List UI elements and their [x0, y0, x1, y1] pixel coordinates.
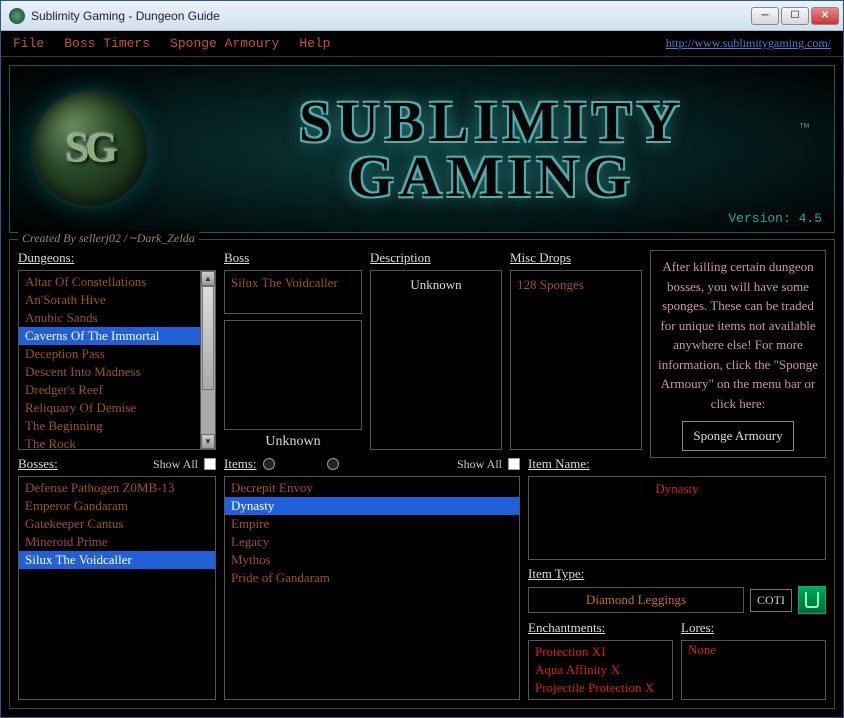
- boss-panel: Boss Silux The Voidcaller Unknown: [224, 250, 362, 450]
- info-box: After killing certain dungeon bosses, yo…: [650, 250, 826, 458]
- items-header: Items:: [224, 456, 257, 472]
- list-item: Protection XI: [529, 643, 672, 661]
- items-showall-checkbox[interactable]: [508, 458, 520, 470]
- list-item[interactable]: Reliquary Of Demise: [19, 399, 215, 417]
- list-item[interactable]: Empire: [225, 515, 519, 533]
- item-type-header: Item Type:: [528, 566, 826, 582]
- dungeons-listbox[interactable]: Altar Of ConstellationsAn'Sorath HiveAnu…: [18, 270, 216, 450]
- menubar: File Boss Timers Sponge Armoury Help htt…: [1, 31, 843, 57]
- main-frame: Created By sellerj02 / ~Dark_Zelda Dunge…: [9, 239, 835, 709]
- window-controls: ─ ☐ ✕: [751, 7, 839, 25]
- boss-name: Silux The Voidcaller: [225, 271, 361, 295]
- item-type-value: Diamond Leggings: [528, 587, 744, 613]
- scroll-down-icon[interactable]: ▼: [201, 434, 215, 449]
- description-header: Description: [370, 250, 502, 266]
- menu-help[interactable]: Help: [299, 36, 330, 51]
- items-radio-1[interactable]: [263, 458, 275, 470]
- info-text: After killing certain dungeon bosses, yo…: [658, 259, 818, 411]
- description-box: Unknown: [370, 270, 502, 450]
- item-name-header: Item Name:: [528, 456, 826, 472]
- bosses-header: Bosses:: [18, 456, 58, 472]
- lores-header: Lores:: [681, 620, 826, 636]
- dungeons-header: Dungeons:: [18, 250, 216, 266]
- list-item[interactable]: Anubic Sands: [19, 309, 215, 327]
- items-listbox[interactable]: Decrepit EnvoyDynastyEmpireLegacyMythosP…: [224, 476, 520, 700]
- list-item[interactable]: Mineroid Prime: [19, 533, 215, 551]
- list-item[interactable]: Decrepit Envoy: [225, 479, 519, 497]
- enchantments-listbox[interactable]: Protection XIAqua Affinity XProjectile P…: [528, 640, 673, 700]
- dungeons-panel: Dungeons: Altar Of ConstellationsAn'Sora…: [18, 250, 216, 450]
- list-item[interactable]: Emperor Gandaram: [19, 497, 215, 515]
- boss-image-label: Unknown: [224, 434, 362, 450]
- banner-logo: SG: [30, 89, 150, 209]
- top-row: Dungeons: Altar Of ConstellationsAn'Sora…: [18, 250, 826, 450]
- boss-name-box: Silux The Voidcaller: [224, 270, 362, 314]
- list-item[interactable]: Pride of Gandaram: [225, 569, 519, 587]
- menu-boss-timers[interactable]: Boss Timers: [64, 36, 150, 51]
- bosses-showall-checkbox[interactable]: [204, 458, 216, 470]
- bosses-listbox[interactable]: Defense Pathogen Z0MB-13Emperor Gandaram…: [18, 476, 216, 700]
- list-item[interactable]: Dredger's Reef: [19, 381, 215, 399]
- item-name-value: Dynasty: [528, 476, 826, 560]
- lores-panel: Lores: None: [681, 620, 826, 700]
- bottom-row: Bosses: Show All Defense Pathogen Z0MB-1…: [18, 456, 826, 700]
- dungeons-scrollbar[interactable]: ▲ ▼: [200, 271, 215, 449]
- minimize-button[interactable]: ─: [751, 7, 779, 25]
- misc-drops-box: 128 Sponges: [510, 270, 642, 450]
- description-panel: Description Unknown: [370, 250, 502, 450]
- banner: SG SUBLIMITY GAMING ™ Version: 4.5: [9, 65, 835, 233]
- coti-button[interactable]: COTI: [750, 589, 792, 612]
- list-item[interactable]: Dynasty: [225, 497, 519, 515]
- app-icon: [9, 8, 25, 24]
- list-item[interactable]: Descent Into Madness: [19, 363, 215, 381]
- content-area: SG SUBLIMITY GAMING ™ Version: 4.5 Creat…: [1, 57, 843, 717]
- list-item: Aqua Affinity X: [529, 661, 672, 679]
- list-item[interactable]: Silux The Voidcaller: [19, 551, 215, 569]
- list-item[interactable]: The Rock: [19, 435, 215, 450]
- enchantments-header: Enchantments:: [528, 620, 673, 636]
- sponge-armoury-button[interactable]: Sponge Armoury: [682, 421, 793, 451]
- lores-value: None: [682, 641, 825, 659]
- items-panel: Items: Show All Decrepit EnvoyDynastyEmp…: [224, 456, 520, 700]
- item-detail-panel: Item Name: Dynasty Item Type: Diamond Le…: [528, 456, 826, 700]
- enchantments-panel: Enchantments: Protection XIAqua Affinity…: [528, 620, 673, 700]
- boss-header: Boss: [224, 250, 362, 266]
- window-title: Sublimity Gaming - Dungeon Guide: [31, 9, 751, 23]
- list-item[interactable]: An'Sorath Hive: [19, 291, 215, 309]
- banner-title: SUBLIMITY GAMING: [150, 94, 834, 204]
- created-by-label: Created By sellerj02 / ~Dark_Zelda: [18, 231, 199, 246]
- list-item[interactable]: Gatekeeper Cantus: [19, 515, 215, 533]
- info-panel: After killing certain dungeon bosses, yo…: [650, 250, 826, 450]
- list-item: Projectile Protection X: [529, 679, 672, 697]
- list-item[interactable]: Defense Pathogen Z0MB-13: [19, 479, 215, 497]
- trademark-symbol: ™: [799, 122, 810, 134]
- list-item[interactable]: Legacy: [225, 533, 519, 551]
- website-link[interactable]: http://www.sublimitygaming.com/: [666, 36, 831, 51]
- items-showall-label: Show All: [457, 457, 502, 472]
- version-label: Version: 4.5: [728, 211, 822, 226]
- bosses-panel: Bosses: Show All Defense Pathogen Z0MB-1…: [18, 456, 216, 700]
- maximize-button[interactable]: ☐: [781, 7, 809, 25]
- list-item[interactable]: Deception Pass: [19, 345, 215, 363]
- list-item[interactable]: Mythos: [225, 551, 519, 569]
- app-window: Sublimity Gaming - Dungeon Guide ─ ☐ ✕ F…: [0, 0, 844, 718]
- scroll-up-icon[interactable]: ▲: [201, 271, 215, 286]
- list-item[interactable]: The Beginning: [19, 417, 215, 435]
- items-radio-2[interactable]: [327, 458, 339, 470]
- menu-file[interactable]: File: [13, 36, 44, 51]
- boss-image: [224, 320, 362, 430]
- menu-sponge-armoury[interactable]: Sponge Armoury: [170, 36, 279, 51]
- bosses-showall-label: Show All: [153, 457, 198, 472]
- titlebar: Sublimity Gaming - Dungeon Guide ─ ☐ ✕: [1, 1, 843, 31]
- misc-drops-header: Misc Drops: [510, 250, 642, 266]
- misc-drops-panel: Misc Drops 128 Sponges: [510, 250, 642, 450]
- lores-listbox: None: [681, 640, 826, 700]
- list-item[interactable]: Altar Of Constellations: [19, 273, 215, 291]
- item-icon: [798, 586, 826, 614]
- list-item[interactable]: Caverns Of The Immortal: [19, 327, 215, 345]
- close-button[interactable]: ✕: [811, 7, 839, 25]
